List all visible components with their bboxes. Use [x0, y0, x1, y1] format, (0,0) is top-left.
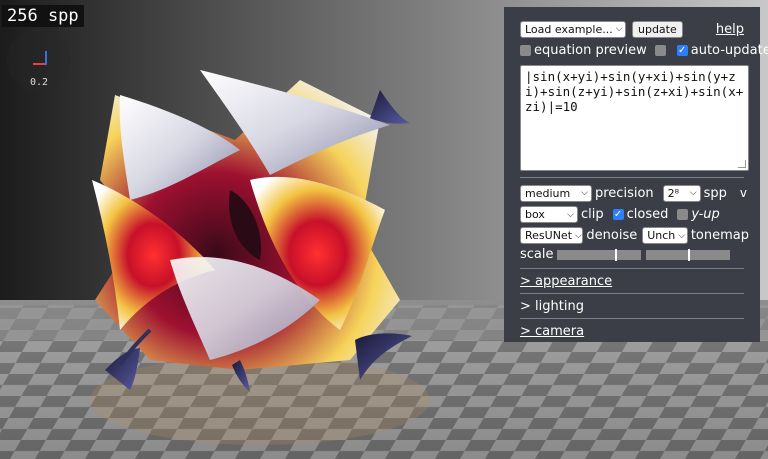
scale-slider-2[interactable]: [645, 248, 730, 261]
spp-counter: 256 spp: [2, 5, 84, 27]
camera-section-toggle[interactable]: > camera: [520, 324, 584, 339]
y-up-label: y-up: [691, 207, 720, 222]
collapse-toggle[interactable]: v: [740, 186, 747, 200]
load-example-select[interactable]: Load example... ⌵: [520, 20, 626, 38]
spp-select-value: 2⁸: [667, 186, 680, 200]
tonemap-select-value: Unch: [647, 229, 676, 242]
extra-checkbox[interactable]: [654, 44, 666, 56]
resize-handle-icon[interactable]: [738, 160, 746, 168]
denoise-label: denoise: [586, 228, 638, 243]
precision-select-value: medium: [525, 186, 571, 200]
control-panel: Load example... ⌵ update help equation p…: [504, 7, 768, 342]
chevron-down-icon: ⌵: [581, 188, 588, 198]
closed-label: closed: [626, 207, 669, 222]
equation-text: |sin(x+yi)+sin(y+xi)+sin(y+zi)+sin(z+yi)…: [525, 69, 744, 114]
scale-slider-1[interactable]: [556, 248, 641, 261]
slider-thumb[interactable]: [687, 248, 690, 261]
clip-select-value: box: [525, 208, 545, 221]
clip-select[interactable]: box ⌵: [520, 206, 578, 223]
denoise-select[interactable]: ResUNet ⌵: [520, 227, 584, 244]
slider-thumb[interactable]: [615, 248, 618, 261]
y-axis-indicator: [45, 51, 47, 65]
chevron-down-icon: ⌵: [678, 230, 686, 241]
axis-scale-label: 0.2: [29, 77, 49, 88]
chevron-down-icon: ⌵: [689, 188, 697, 198]
clip-label: clip: [581, 207, 604, 222]
auto-update-checkbox[interactable]: [676, 44, 688, 56]
load-example-select-value: Load example...: [525, 22, 613, 36]
tonemap-select[interactable]: Unch ⌵: [642, 227, 688, 244]
tonemap-label: tonemap: [690, 228, 749, 243]
axis-gizmo[interactable]: 0.2: [7, 28, 71, 92]
appearance-section-toggle[interactable]: > appearance: [520, 274, 612, 289]
help-link[interactable]: help: [716, 22, 744, 37]
equation-preview-checkbox[interactable]: [520, 44, 531, 56]
rendered-surface: [92, 70, 412, 392]
denoise-select-value: ResUNet: [525, 229, 573, 242]
lighting-section-toggle[interactable]: > lighting: [520, 299, 584, 314]
divider: [520, 177, 744, 178]
auto-update-label: auto-update: [690, 42, 768, 58]
chevron-down-icon: ⌵: [567, 209, 574, 220]
precision-label: precision: [595, 185, 654, 201]
spp-label: spp: [703, 185, 727, 201]
spp-select[interactable]: 2⁸ ⌵: [662, 184, 701, 202]
update-button[interactable]: update: [632, 20, 683, 38]
chevron-down-icon: ⌵: [575, 230, 582, 241]
y-up-checkbox[interactable]: [677, 209, 689, 220]
equation-editor[interactable]: |sin(x+yi)+sin(y+xi)+sin(y+zi)+sin(z+yi)…: [520, 65, 749, 171]
chevron-down-icon: ⌵: [615, 24, 623, 34]
scale-label: scale: [520, 247, 554, 262]
closed-checkbox[interactable]: [612, 209, 624, 220]
equation-preview-label: equation preview: [534, 42, 647, 58]
precision-select[interactable]: medium ⌵: [520, 184, 592, 202]
